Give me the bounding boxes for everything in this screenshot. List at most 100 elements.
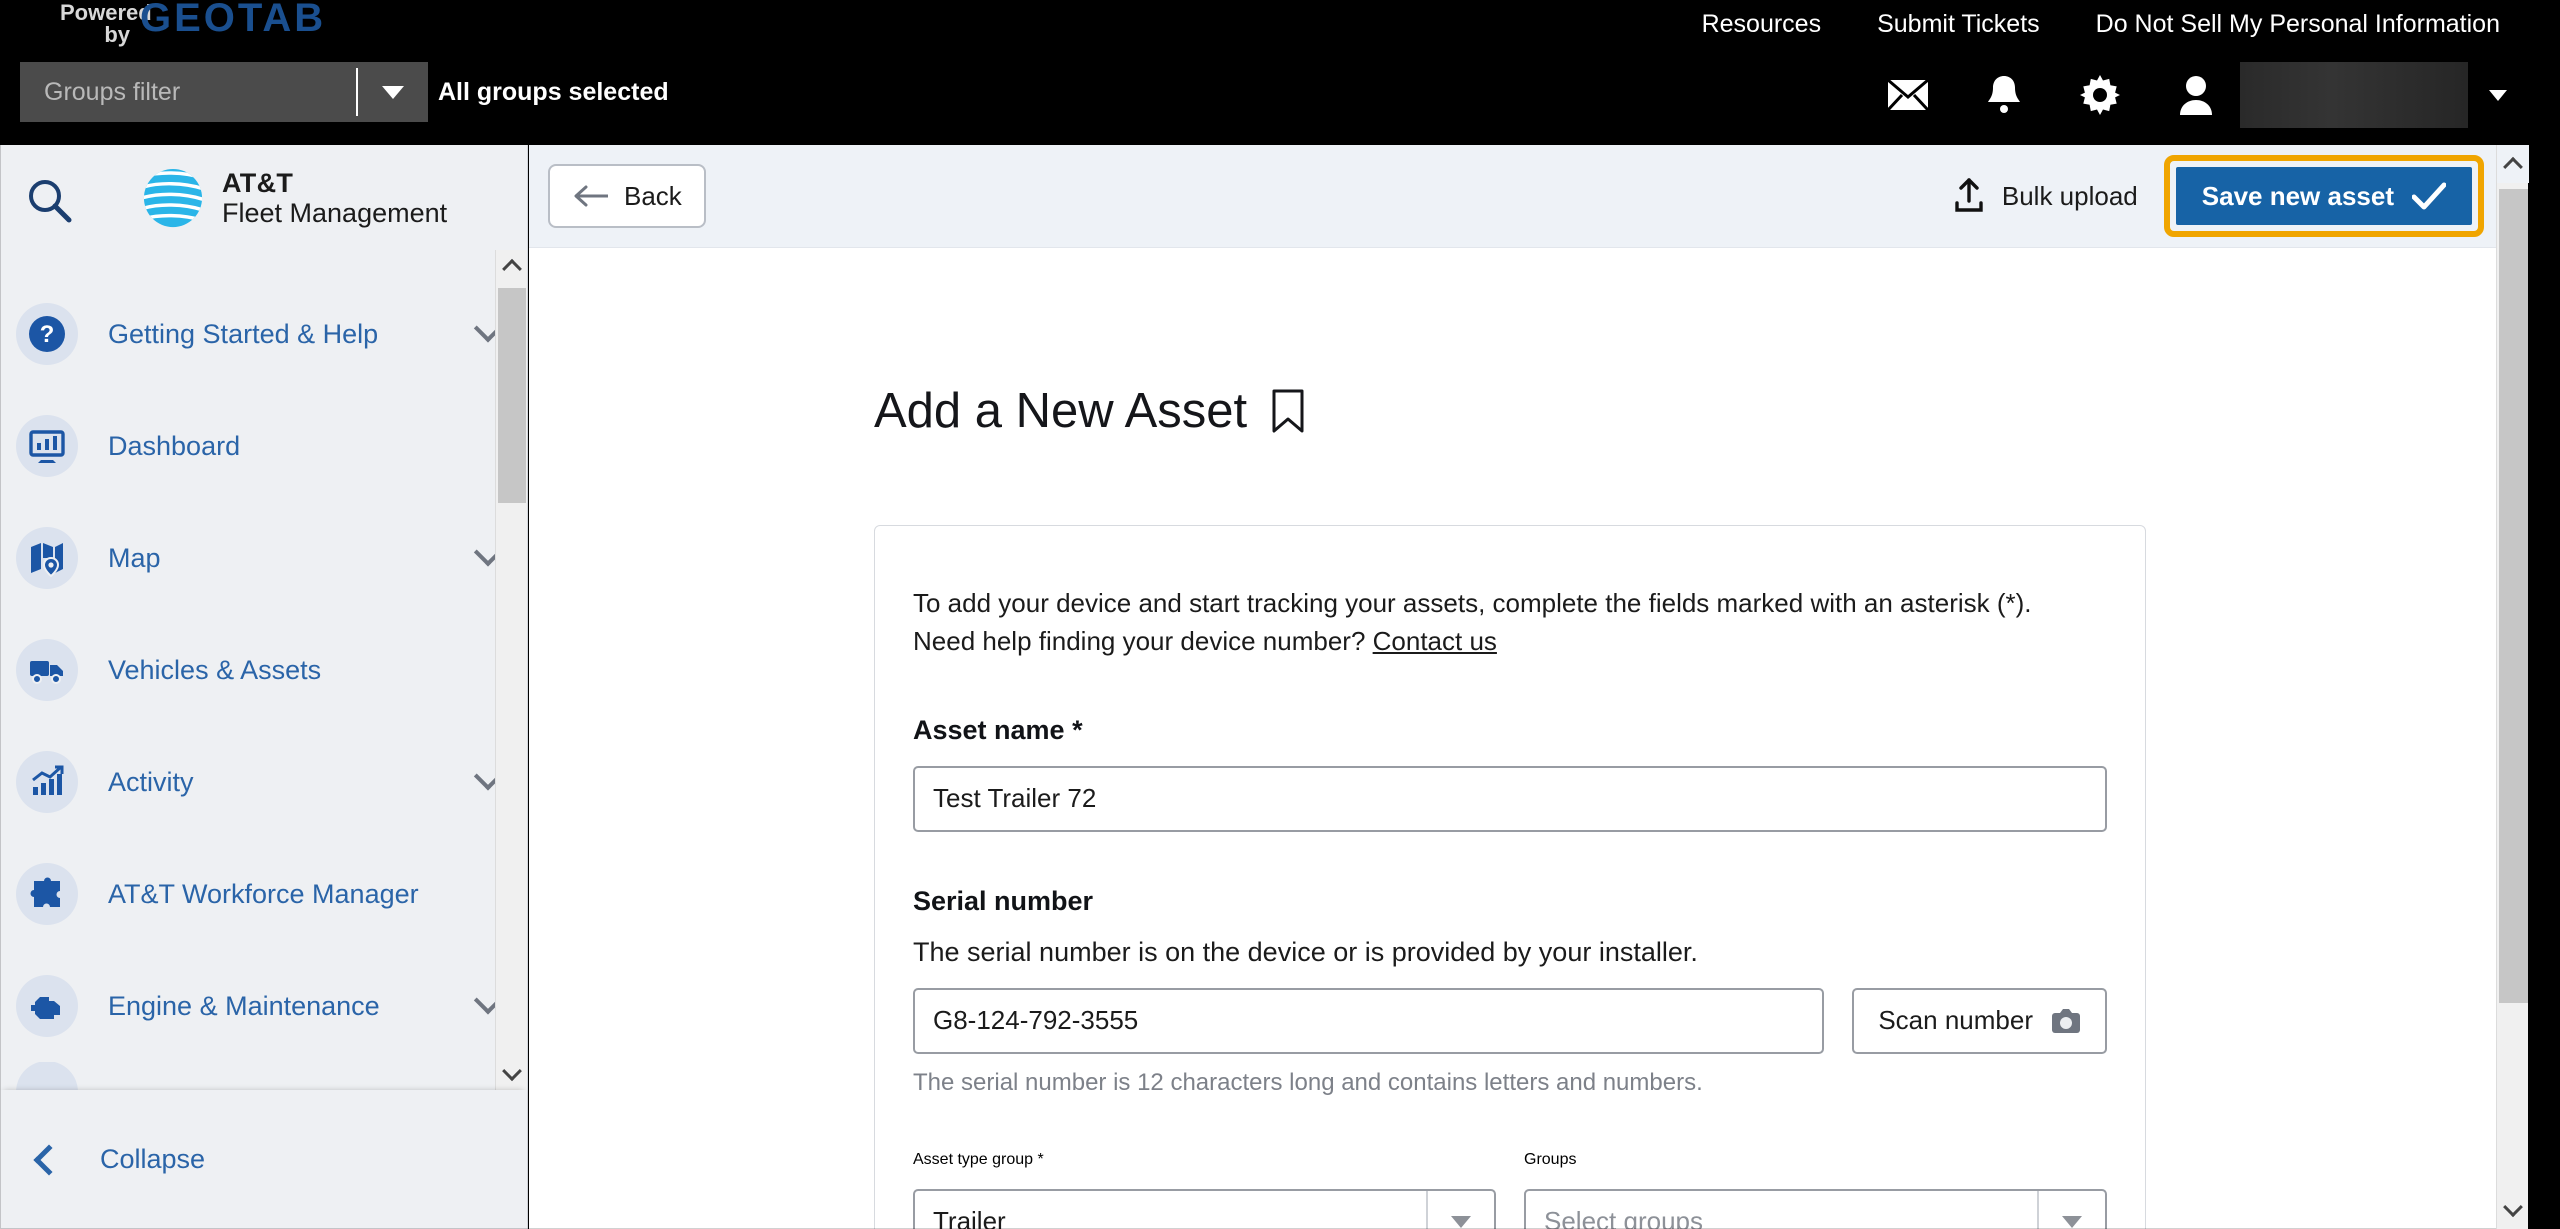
- puzzle-piece-icon: [16, 863, 78, 925]
- svg-text:?: ?: [40, 321, 55, 348]
- asset-name-input[interactable]: [913, 765, 2107, 832]
- asset-type-group-select[interactable]: Trailer: [913, 1188, 1496, 1229]
- sidebar-item-vehicles-assets[interactable]: Vehicles & Assets: [0, 614, 527, 726]
- groups-filter-control[interactable]: Groups filter: [20, 62, 428, 122]
- asset-name-label: Asset name *: [913, 714, 1083, 745]
- arrow-left-icon: [574, 185, 608, 207]
- global-topbar: Powered by GEOTAB Groups filter All grou…: [0, 0, 2560, 145]
- logo-line-att: AT&T: [222, 167, 294, 198]
- att-fleet-logo-text: AT&T Fleet Management: [222, 168, 447, 228]
- sidebar-item-dashboard[interactable]: Dashboard: [0, 390, 527, 502]
- att-globe-icon: [143, 168, 203, 228]
- sidebar-item-partial-next[interactable]: [0, 1062, 527, 1090]
- asset-name-field-group: Asset name *: [913, 715, 2107, 832]
- save-new-asset-button[interactable]: Save new asset: [2175, 167, 2472, 225]
- form-intro-text: To add your device and start tracking yo…: [913, 584, 2107, 661]
- engine-icon: [16, 975, 78, 1037]
- serial-number-hint: The serial number is 12 characters long …: [913, 1068, 1703, 1096]
- serial-number-field-group: Serial number The serial number is on th…: [913, 886, 2107, 1097]
- main-content-area: Back Bulk upload Save new asset Add a Ne…: [529, 145, 2529, 1229]
- sidebar-item-getting-started[interactable]: ? Getting Started & Help: [0, 278, 527, 390]
- sidebar-scroll-up-button[interactable]: [496, 250, 527, 282]
- serial-number-helper-text: The serial number is on the device or is…: [913, 936, 1698, 967]
- partial-item-icon: [16, 1062, 78, 1090]
- powered-by-label: Powered by: [60, 2, 152, 47]
- topbar-link-resources[interactable]: Resources: [1674, 10, 1850, 39]
- asset-type-group-value: Trailer: [933, 1206, 1006, 1229]
- sidebar-item-label: Vehicles & Assets: [108, 654, 322, 685]
- topbar-link-do-not-sell[interactable]: Do Not Sell My Personal Information: [2068, 10, 2528, 39]
- bulk-upload-button[interactable]: Bulk upload: [1926, 164, 2164, 228]
- sidebar-item-label: Map: [108, 542, 161, 573]
- all-groups-selected-label: All groups selected: [438, 78, 669, 106]
- asset-type-group-field: Asset type group * Trailer: [913, 1151, 1496, 1229]
- dashboard-monitor-icon: [16, 415, 78, 477]
- page-title: Add a New Asset: [874, 383, 2528, 439]
- upload-icon: [1955, 178, 1983, 212]
- form-scroll-content: Add a New Asset To add your device and s…: [529, 248, 2528, 1229]
- content-toolbar: Back Bulk upload Save new asset: [529, 145, 2528, 248]
- check-icon: [2412, 182, 2446, 210]
- sidebar-collapse-button[interactable]: Collapse: [0, 1090, 527, 1229]
- sidebar-item-label: Getting Started & Help: [108, 318, 379, 349]
- scan-number-button[interactable]: Scan number: [1852, 987, 2107, 1054]
- chevron-down-icon[interactable]: [2039, 1215, 2105, 1228]
- powered-by-line2: by: [104, 22, 130, 47]
- sidebar-item-activity[interactable]: Activity: [0, 726, 527, 838]
- sidebar-scrollbar-thumb[interactable]: [498, 288, 526, 503]
- sidebar-scroll-down-button[interactable]: [496, 1058, 527, 1090]
- add-asset-form-card: To add your device and start tracking yo…: [874, 525, 2146, 1229]
- serial-number-label: Serial number: [913, 885, 1094, 916]
- groups-filter-dropdown-button[interactable]: [358, 62, 428, 122]
- scan-number-label: Scan number: [1878, 1005, 2033, 1036]
- save-button-highlight: Save new asset: [2163, 155, 2484, 237]
- main-scroll-up-button[interactable]: [2497, 145, 2529, 183]
- save-new-asset-label: Save new asset: [2201, 180, 2394, 211]
- truck-icon: [16, 639, 78, 701]
- page-title-text: Add a New Asset: [874, 384, 1248, 438]
- camera-icon: [2052, 1008, 2080, 1033]
- topbar-link-submit-tickets[interactable]: Submit Tickets: [1849, 10, 2068, 39]
- form-intro-line2-prefix: Need help finding your device number?: [913, 626, 1373, 657]
- main-scroll-down-button[interactable]: [2497, 1191, 2529, 1229]
- back-button[interactable]: Back: [548, 164, 706, 228]
- main-scrollbar[interactable]: [2496, 145, 2529, 1229]
- sidebar-item-workforce-manager[interactable]: AT&T Workforce Manager: [0, 838, 527, 950]
- bell-icon[interactable]: [1956, 66, 2052, 124]
- sidebar-item-engine-maintenance[interactable]: Engine & Maintenance: [0, 950, 527, 1062]
- sidebar-item-map[interactable]: Map: [0, 502, 527, 614]
- form-intro-line1: To add your device and start tracking yo…: [913, 588, 2032, 618]
- type-and-groups-row: Asset type group * Trailer Groups Select…: [913, 1151, 2107, 1229]
- chevron-down-icon: [2489, 89, 2507, 101]
- groups-placeholder: Select groups: [1544, 1206, 1703, 1229]
- groups-field: Groups Select groups: [1524, 1151, 2107, 1229]
- serial-number-input[interactable]: [913, 987, 1825, 1054]
- back-button-label: Back: [624, 180, 682, 211]
- geotab-logo: GEOTAB: [140, 0, 327, 40]
- groups-label: Groups: [1524, 1150, 1577, 1168]
- main-scrollbar-thumb[interactable]: [2499, 189, 2528, 1003]
- sidebar-item-label: AT&T Workforce Manager: [108, 878, 419, 909]
- search-icon[interactable]: [22, 173, 76, 227]
- sidebar-scroll-area: ? Getting Started & Help Dashboard Map V…: [0, 250, 527, 1090]
- contact-us-link[interactable]: Contact us: [1373, 626, 1497, 656]
- activity-chart-icon: [16, 751, 78, 813]
- bookmark-icon[interactable]: [1271, 389, 1305, 433]
- topbar-icon-group: [1860, 62, 2528, 128]
- topbar-links: Resources Submit Tickets Do Not Sell My …: [1674, 10, 2528, 39]
- mail-icon[interactable]: [1860, 66, 1956, 124]
- groups-filter-input[interactable]: Groups filter: [20, 62, 356, 122]
- groups-select[interactable]: Select groups: [1524, 1188, 2107, 1229]
- account-menu-button[interactable]: [2468, 89, 2528, 101]
- sidebar-item-label: Activity: [108, 766, 194, 797]
- asset-type-group-label: Asset type group *: [913, 1150, 1044, 1168]
- sidebar-scrollbar[interactable]: [495, 250, 527, 1090]
- logo-line-fleet: Fleet Management: [222, 198, 448, 228]
- chevron-down-icon[interactable]: [1428, 1215, 1494, 1228]
- gear-icon[interactable]: [2052, 66, 2148, 124]
- user-icon[interactable]: [2148, 66, 2244, 124]
- question-circle-icon: ?: [16, 303, 78, 365]
- account-name-redacted: [2240, 62, 2468, 128]
- att-fleet-logo: AT&T Fleet Management: [142, 167, 447, 229]
- sidebar-header: AT&T Fleet Management: [0, 145, 527, 250]
